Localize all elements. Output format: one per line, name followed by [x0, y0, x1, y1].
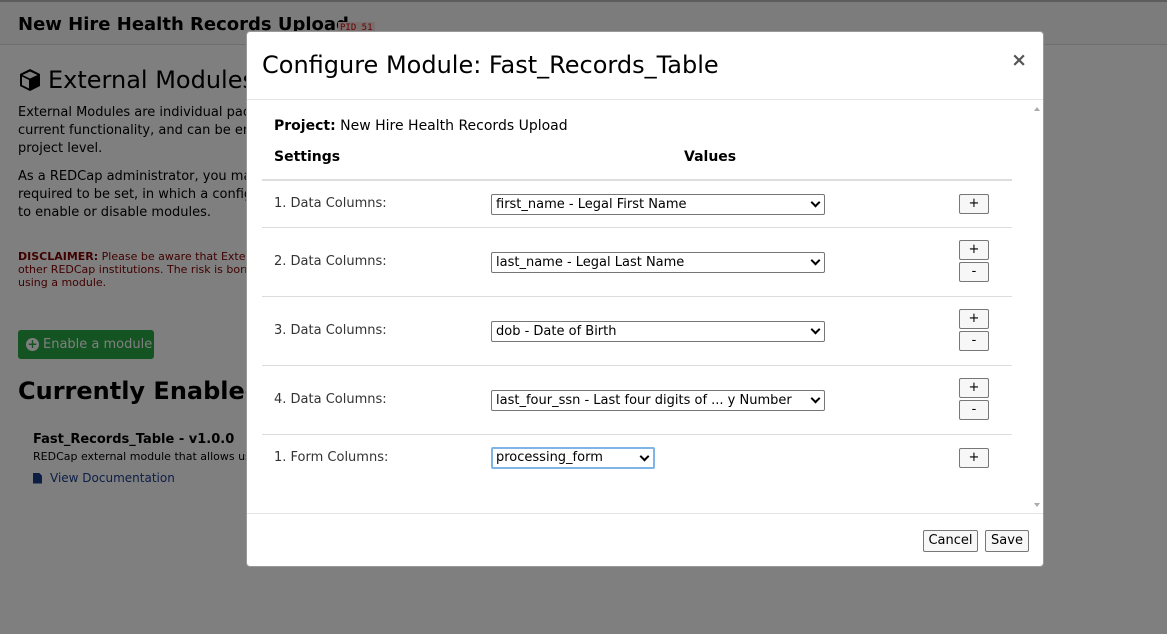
data-column-select[interactable]: last_four_ssn - Last four digits of ... …	[491, 390, 825, 411]
cancel-button[interactable]: Cancel	[923, 530, 978, 552]
add-row-button[interactable]: +	[959, 194, 989, 214]
setting-row: 2. Data Columns: last_name - Legal Last …	[262, 228, 1012, 297]
chevron-down-icon	[810, 255, 821, 266]
setting-label: 1. Form Columns:	[274, 450, 389, 465]
remove-row-button[interactable]: -	[959, 400, 989, 420]
modal-body: Project: New Hire Health Records Upload …	[247, 101, 1043, 513]
scroll-down-arrow-icon[interactable]	[1034, 503, 1040, 507]
add-row-button[interactable]: +	[959, 448, 989, 468]
project-label: Project:	[274, 118, 336, 134]
setting-label: 1. Data Columns:	[274, 196, 387, 211]
configure-module-dialog: Configure Module: Fast_Records_Table × P…	[246, 31, 1044, 567]
settings-column-header: Settings	[274, 149, 341, 165]
remove-row-button[interactable]: -	[959, 262, 989, 282]
scroll-up-arrow-icon[interactable]	[1034, 107, 1040, 111]
project-line: Project: New Hire Health Records Upload	[274, 118, 568, 134]
select-value: first_name - Legal First Name	[496, 197, 687, 212]
modal-footer: Cancel Save	[247, 513, 1043, 566]
select-value: dob - Date of Birth	[496, 324, 617, 339]
modal-title: Configure Module: Fast_Records_Table	[262, 51, 719, 79]
data-column-select[interactable]: first_name - Legal First Name	[491, 194, 825, 215]
modal-scrollbar[interactable]	[1013, 101, 1043, 513]
modal-header: Configure Module: Fast_Records_Table ×	[247, 32, 1043, 100]
select-value: processing_form	[496, 450, 603, 465]
form-column-select[interactable]: processing_form	[491, 447, 655, 469]
project-name: New Hire Health Records Upload	[340, 118, 568, 134]
values-column-header: Values	[684, 149, 737, 165]
setting-row: 3. Data Columns: dob - Date of Birth + -	[262, 297, 1012, 366]
data-column-select[interactable]: dob - Date of Birth	[491, 321, 825, 342]
select-value: last_four_ssn - Last four digits of ... …	[496, 393, 792, 408]
add-row-button[interactable]: +	[959, 309, 989, 329]
data-column-select[interactable]: last_name - Legal Last Name	[491, 252, 825, 273]
add-row-button[interactable]: +	[959, 240, 989, 260]
setting-row: 1. Form Columns: processing_form +	[262, 435, 1012, 483]
add-row-button[interactable]: +	[959, 378, 989, 398]
chevron-down-icon	[810, 393, 821, 404]
remove-row-button[interactable]: -	[959, 331, 989, 351]
save-button[interactable]: Save	[985, 530, 1029, 552]
close-icon[interactable]: ×	[1011, 50, 1027, 70]
setting-row: 4. Data Columns: last_four_ssn - Last fo…	[262, 366, 1012, 435]
setting-label: 2. Data Columns:	[274, 254, 387, 269]
chevron-down-icon	[639, 451, 650, 462]
chevron-down-icon	[810, 197, 821, 208]
setting-label: 3. Data Columns:	[274, 323, 387, 338]
chevron-down-icon	[810, 324, 821, 335]
setting-row: 1. Data Columns: first_name - Legal Firs…	[262, 181, 1012, 228]
setting-label: 4. Data Columns:	[274, 392, 387, 407]
select-value: last_name - Legal Last Name	[496, 255, 685, 270]
